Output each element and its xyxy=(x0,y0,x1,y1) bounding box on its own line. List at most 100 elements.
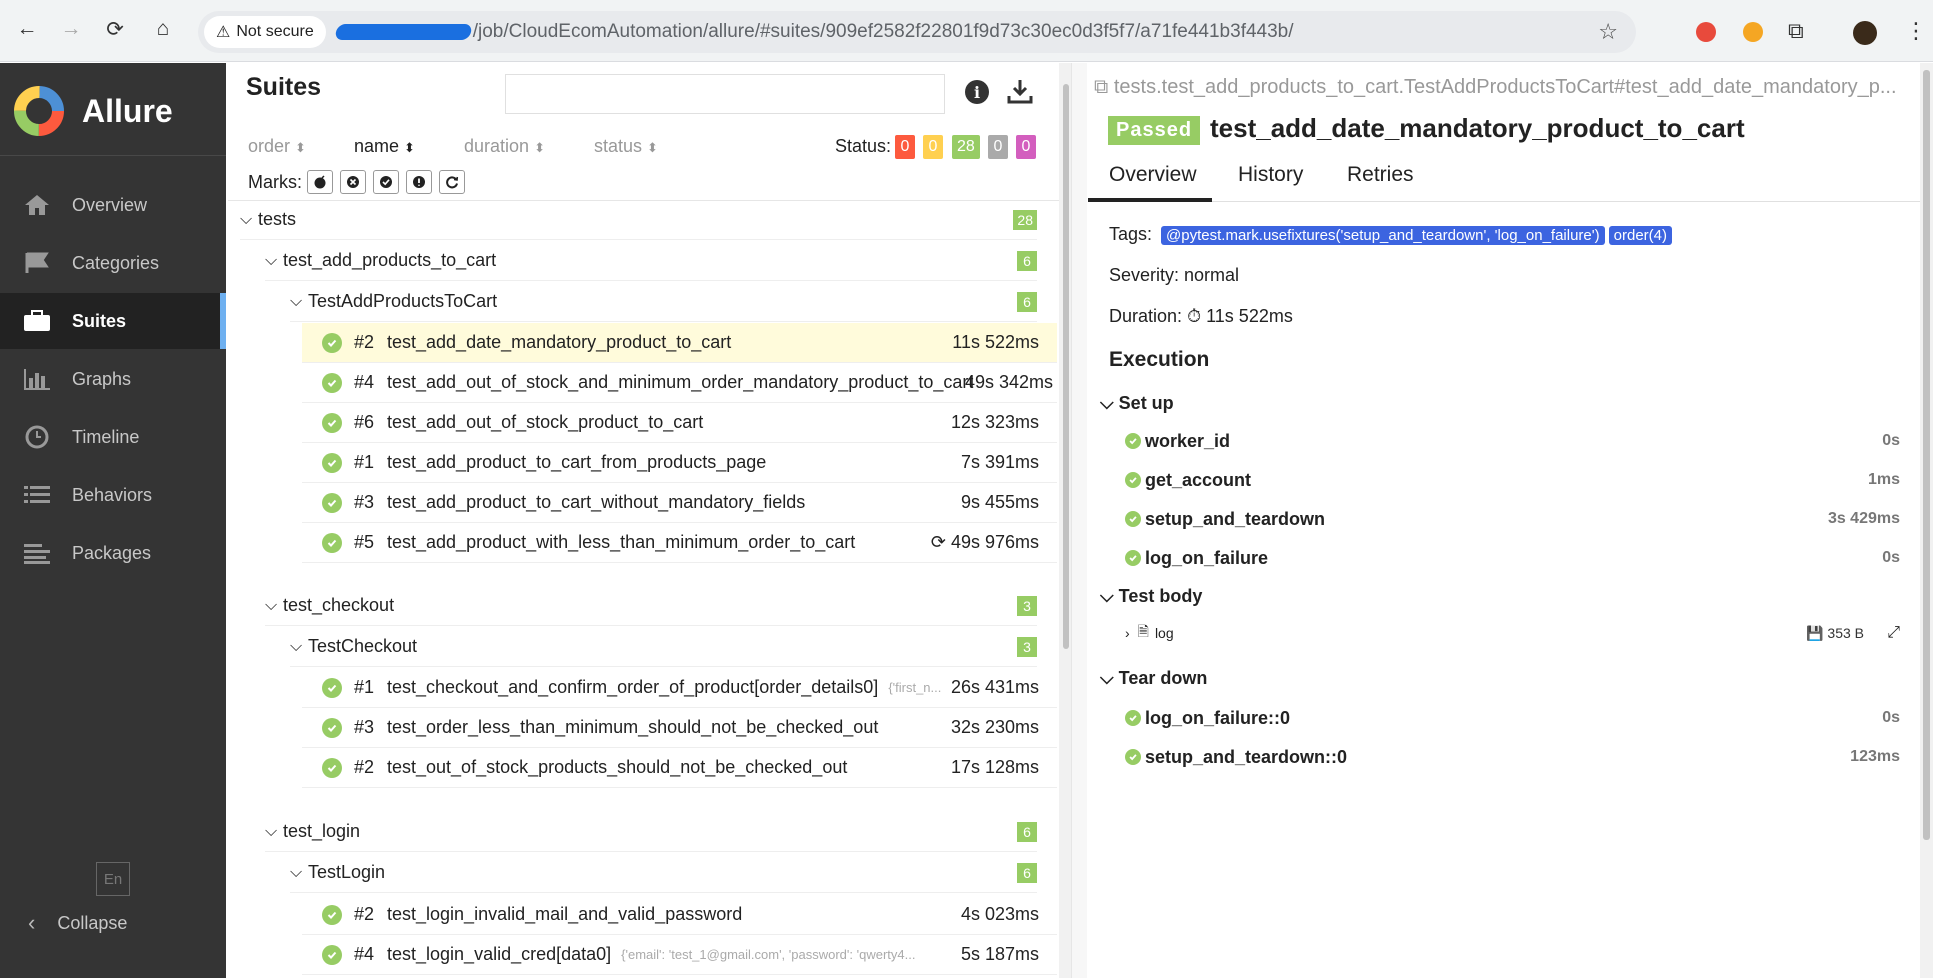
sort-order[interactable]: order ⬍ xyxy=(248,136,306,157)
new-failed-mark-icon[interactable] xyxy=(340,170,366,194)
sort-duration[interactable]: duration ⬍ xyxy=(464,136,545,157)
step-row[interactable]: setup_and_teardown::0 123ms xyxy=(1125,742,1900,772)
step-row[interactable]: worker_id 0s xyxy=(1125,426,1900,456)
sidebar-item-label: Categories xyxy=(72,252,160,273)
detail-scrollbar-thumb[interactable] xyxy=(1923,70,1930,840)
tree-node-class[interactable]: ⌵ TestLogin 6 xyxy=(290,853,1037,893)
security-chip[interactable]: ⚠ Not secure xyxy=(204,16,326,48)
test-row[interactable]: #1 test_checkout_and_confirm_order_of_pr… xyxy=(302,668,1057,708)
home-icon[interactable]: ⌂ xyxy=(148,14,178,44)
sidebar-item-overview[interactable]: Overview xyxy=(0,177,226,233)
passed-check-icon xyxy=(322,944,342,965)
count-badge: 3 xyxy=(1017,636,1037,657)
test-body-section[interactable]: ⌵ Test body xyxy=(1100,586,1202,607)
step-row[interactable]: get_account 1ms xyxy=(1125,465,1900,495)
redacted-host xyxy=(334,24,473,40)
test-row[interactable]: #4 test_add_out_of_stock_and_minimum_ord… xyxy=(302,363,1057,403)
language-switch[interactable]: En xyxy=(96,862,130,896)
status-passed-badge[interactable]: 28 xyxy=(952,135,980,159)
extension-red-icon[interactable] xyxy=(1696,22,1716,42)
test-row[interactable]: #6 test_add_out_of_stock_product_to_cart… xyxy=(302,403,1057,443)
copy-icon[interactable]: ⧉ xyxy=(1094,76,1108,98)
extension-orange-icon[interactable] xyxy=(1743,22,1763,42)
bookmark-star-icon[interactable]: ☆ xyxy=(1598,19,1618,45)
forward-icon[interactable]: → xyxy=(56,14,86,44)
sidebar-item-graphs[interactable]: Graphs xyxy=(0,351,226,407)
menu-kebab-icon[interactable]: ⋮ xyxy=(1905,18,1927,44)
expand-icon[interactable]: ⤢ xyxy=(1887,624,1900,642)
status-broken-badge[interactable]: 0 xyxy=(923,135,943,159)
tag-badge[interactable]: order(4) xyxy=(1608,226,1672,245)
file-icon: 🗎 xyxy=(1137,623,1149,639)
download-icon[interactable] xyxy=(1007,78,1033,109)
test-row[interactable]: #2 test_out_of_stock_products_should_not… xyxy=(302,748,1057,788)
test-row[interactable]: #1 test_add_product_to_cart_from_product… xyxy=(302,443,1057,483)
test-row[interactable]: #3 test_order_less_than_minimum_should_n… xyxy=(302,708,1057,748)
sidebar-item-behaviors[interactable]: Behaviors xyxy=(0,467,226,523)
sidebar-item-suites[interactable]: Suites xyxy=(0,293,226,349)
flaky-mark-icon[interactable] xyxy=(307,170,333,194)
address-bar[interactable]: ⚠ Not secure /job/CloudEcomAutomation/al… xyxy=(198,11,1636,53)
test-order: #5 xyxy=(354,532,375,552)
profile-avatar[interactable] xyxy=(1853,21,1877,45)
setup-section[interactable]: ⌵ Set up xyxy=(1100,393,1174,414)
chevron-down-icon: ⌵ xyxy=(290,292,303,310)
status-unknown-badge[interactable]: 0 xyxy=(1016,135,1036,159)
passed-check-icon xyxy=(1125,472,1141,488)
pane-splitter[interactable] xyxy=(1071,63,1087,978)
info-icon[interactable]: i xyxy=(965,80,989,104)
new-passed-mark-icon[interactable] xyxy=(373,170,399,194)
chevron-down-icon: ⌵ xyxy=(290,637,303,655)
step-row[interactable]: setup_and_teardown 3s 429ms xyxy=(1125,504,1900,534)
test-path: ⧉ tests.test_add_products_to_cart.TestAd… xyxy=(1094,76,1897,98)
test-row[interactable]: #2 test_login_invalid_mail_and_valid_pas… xyxy=(302,895,1057,935)
tab-retries[interactable]: Retries xyxy=(1347,163,1414,187)
tag-badge[interactable]: @pytest.mark.usefixtures('setup_and_tear… xyxy=(1161,226,1605,245)
tree-node-group[interactable]: ⌵ test_add_products_to_cart 6 xyxy=(265,241,1037,281)
extensions-puzzle-icon[interactable]: ⧉ xyxy=(1788,18,1804,44)
test-name: test_add_date_mandatory_product_to_cart xyxy=(387,332,732,352)
sort-status[interactable]: status ⬍ xyxy=(594,136,658,157)
sidebar-item-label: Packages xyxy=(72,542,152,563)
reload-icon[interactable]: ⟳ xyxy=(100,14,130,44)
test-order: #1 xyxy=(354,452,375,472)
tree-node-class[interactable]: ⌵ TestCheckout 3 xyxy=(290,627,1037,667)
collapse-button[interactable]: ‹ Collapse xyxy=(28,910,127,936)
test-duration: 26s 431ms xyxy=(950,677,1039,697)
tab-overview[interactable]: Overview xyxy=(1109,163,1197,187)
tree-node-class[interactable]: ⌵ TestAddProductsToCart 6 xyxy=(290,282,1037,322)
step-row[interactable]: log_on_failure::0 0s xyxy=(1125,703,1900,733)
allure-logo[interactable]: Allure xyxy=(12,84,173,138)
attachment-row[interactable]: › 🗎 log 💾 353 B ⤢ xyxy=(1125,618,1900,648)
bar-chart-icon xyxy=(22,367,52,391)
tab-history[interactable]: History xyxy=(1238,163,1303,187)
test-row[interactable]: #5 test_add_product_with_less_than_minim… xyxy=(302,523,1057,563)
teardown-section[interactable]: ⌵ Tear down xyxy=(1100,668,1207,689)
sidebar-item-timeline[interactable]: Timeline xyxy=(0,409,226,465)
status-skipped-badge[interactable]: 0 xyxy=(988,135,1008,159)
passed-check-icon xyxy=(322,492,342,513)
sort-name[interactable]: name ⬍ xyxy=(354,136,415,157)
step-name: get_account xyxy=(1145,469,1252,490)
new-broken-mark-icon[interactable] xyxy=(406,170,432,194)
tree-node-group[interactable]: ⌵ test_checkout 3 xyxy=(265,586,1037,626)
tree-node-label: TestLogin xyxy=(308,862,386,882)
status-failed-badge[interactable]: 0 xyxy=(895,135,915,159)
allure-logo-icon xyxy=(14,86,64,136)
count-badge: 3 xyxy=(1017,595,1037,616)
retries-mark-icon[interactable] xyxy=(439,170,465,194)
passed-check-icon xyxy=(1125,749,1141,765)
count-badge: 6 xyxy=(1017,821,1037,842)
back-icon[interactable]: ← xyxy=(12,14,42,44)
browser-toolbar: ← → ⟳ ⌂ ⚠ Not secure /job/CloudEcomAutom… xyxy=(0,0,1933,62)
suites-scrollbar-thumb[interactable] xyxy=(1063,84,1069,649)
tree-node-group[interactable]: ⌵ test_login 6 xyxy=(265,812,1037,852)
search-input[interactable] xyxy=(505,74,945,114)
sidebar-item-categories[interactable]: Categories xyxy=(0,235,226,291)
test-row[interactable]: #4 test_login_valid_cred[data0] {'email'… xyxy=(302,935,1057,975)
test-row[interactable]: #3 test_add_product_to_cart_without_mand… xyxy=(302,483,1057,523)
tree-node-tests[interactable]: ⌵ tests 28 xyxy=(240,200,1037,240)
test-row[interactable]: #2 test_add_date_mandatory_product_to_ca… xyxy=(302,323,1057,363)
sidebar-item-packages[interactable]: Packages xyxy=(0,525,226,581)
step-row[interactable]: log_on_failure 0s xyxy=(1125,543,1900,573)
